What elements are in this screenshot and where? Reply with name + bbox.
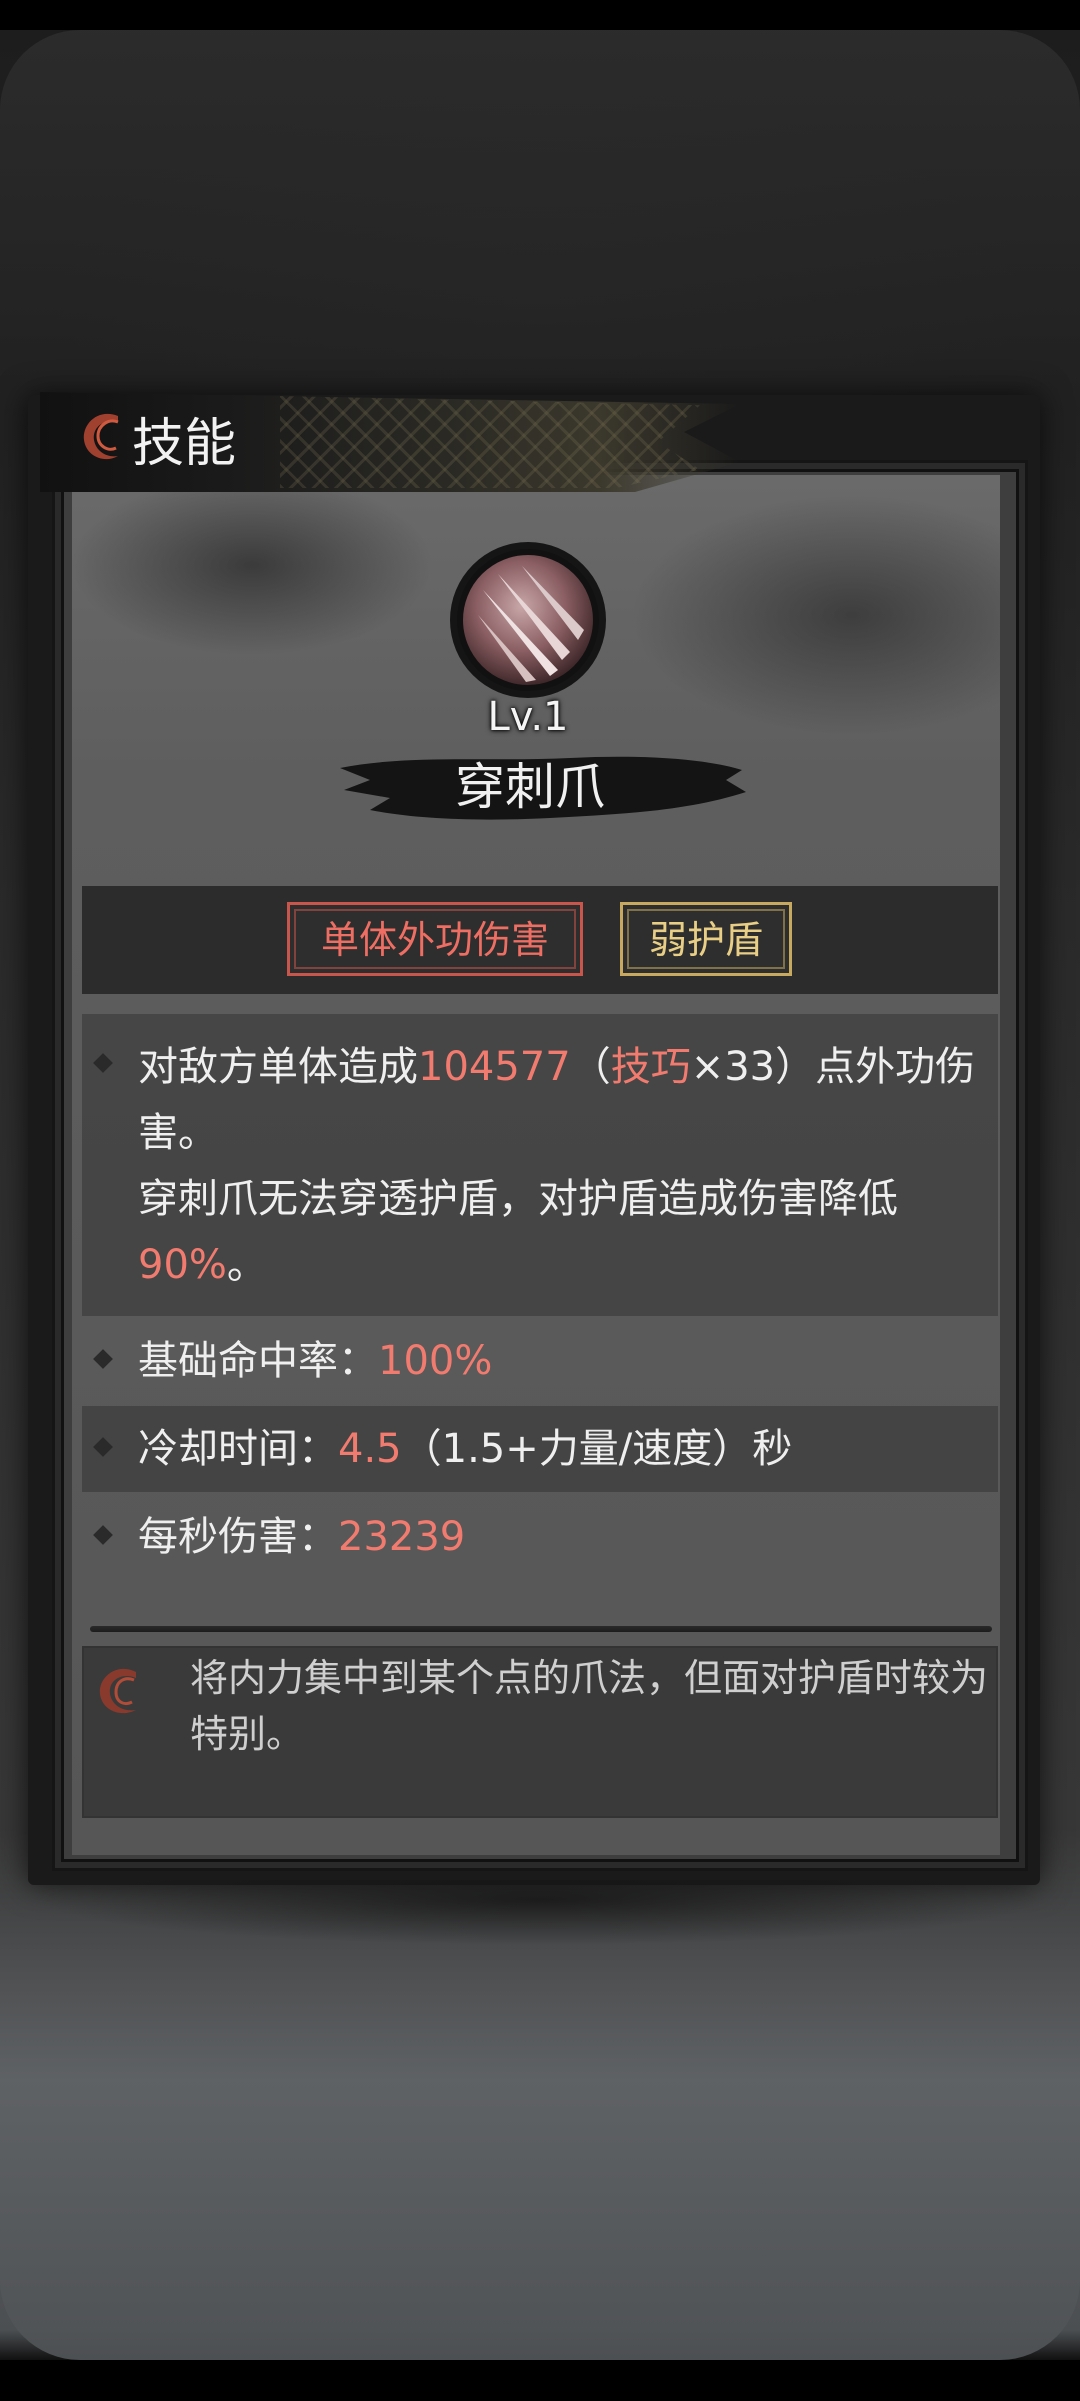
- swirl-icon: [99, 1668, 136, 1714]
- tag-single-external-damage[interactable]: 单体外功伤害: [287, 902, 583, 976]
- header-pattern: [280, 396, 700, 488]
- panel-shadow: [28, 1880, 1052, 1970]
- damage-description-row: 对敌方单体造成104577（技巧×33）点外功伤害。 穿刺爪无法穿透护盾，对护盾造…: [82, 1014, 998, 1316]
- tag-weak-shield[interactable]: 弱护盾: [620, 902, 792, 976]
- cooldown-text: 冷却时间：4.5（1.5+力量/速度）秒: [138, 1416, 990, 1482]
- cooldown-value: 4.5: [338, 1426, 402, 1472]
- skill-level: Lv.1: [487, 694, 569, 740]
- claw-orb-icon[interactable]: [438, 530, 618, 710]
- bullet-icon: [93, 1437, 113, 1457]
- bullet-icon: [93, 1053, 113, 1073]
- hit-rate-label: 基础命中率：: [138, 1338, 378, 1384]
- cooldown-label: 冷却时间：: [138, 1426, 338, 1472]
- dps-value: 23239: [338, 1514, 466, 1560]
- game-screen: 技能 Lv.1 穿刺爪 单体外功伤害 弱护盾 对敌方单体造成104577（技巧×…: [0, 0, 1080, 2401]
- bullet-icon: [93, 1525, 113, 1545]
- bottom-bar: [0, 2360, 1080, 2401]
- status-bar: [0, 0, 1080, 30]
- dps-row: 每秒伤害：23239: [82, 1494, 998, 1580]
- shield-reduction-value: 90%: [138, 1242, 227, 1288]
- dps-text: 每秒伤害：23239: [138, 1504, 990, 1570]
- shield-reduction-text: 穿刺爪无法穿透护盾，对护盾造成伤害降低: [138, 1176, 898, 1222]
- damage-prefix: 对敌方单体造成: [138, 1044, 418, 1090]
- hit-rate-text: 基础命中率：100%: [138, 1328, 990, 1394]
- damage-description-text: 对敌方单体造成104577（技巧×33）点外功伤害。 穿刺爪无法穿透护盾，对护盾造…: [138, 1034, 990, 1298]
- panel-title: 技能: [132, 414, 237, 474]
- hit-rate-value: 100%: [378, 1338, 493, 1384]
- bullet-icon: [93, 1349, 113, 1369]
- damage-stat: 技巧: [610, 1044, 691, 1090]
- sentence-end: 。: [226, 1242, 267, 1288]
- cooldown-row: 冷却时间：4.5（1.5+力量/速度）秒: [82, 1406, 998, 1492]
- damage-value: 104577: [418, 1044, 571, 1090]
- paren-open: （: [570, 1044, 611, 1090]
- dps-label: 每秒伤害：: [138, 1514, 338, 1560]
- flavor-text: 将内力集中到某个点的爪法，但面对护盾时较为特别。: [190, 1656, 989, 1756]
- section-divider: [90, 1626, 992, 1632]
- skill-name: 穿刺爪: [455, 758, 605, 816]
- hit-rate-row: 基础命中率：100%: [82, 1318, 998, 1404]
- cooldown-formula: （1.5+力量/速度）秒: [401, 1426, 793, 1472]
- swirl-icon: [83, 413, 119, 460]
